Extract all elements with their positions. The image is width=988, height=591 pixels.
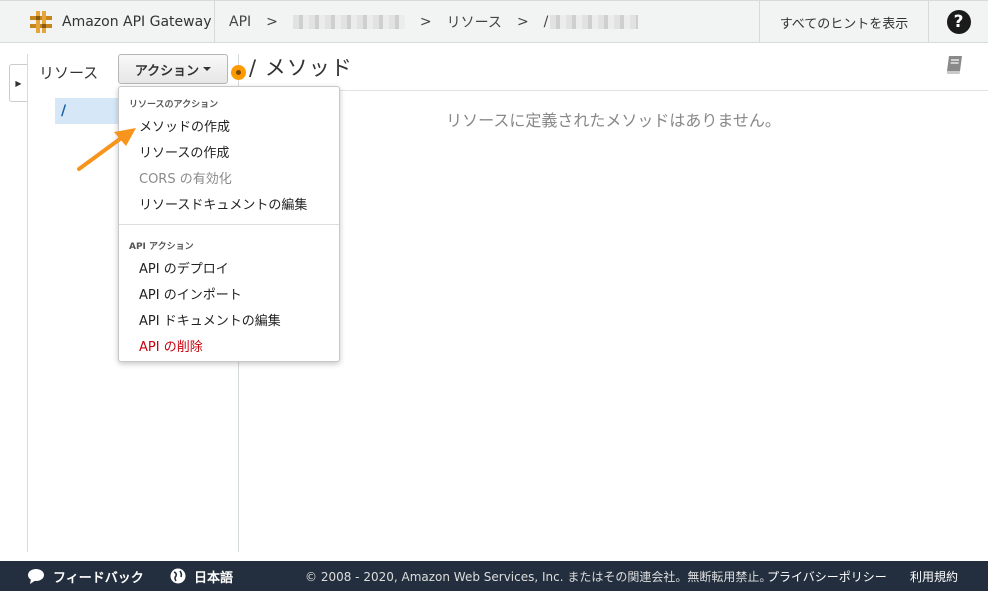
page-title: / メソッド [249,56,353,80]
top-bar: Amazon API Gateway API > > リソース > / すべての… [0,0,988,43]
language-selector[interactable]: 日本語 [170,561,233,591]
empty-state-message: リソースに定義されたメソッドはありません。 [446,111,781,130]
brand-name: Amazon API Gateway [62,14,212,30]
resource-actions-heading: リソースのアクション [129,100,219,110]
menu-item-delete-api[interactable]: API の削除 [139,336,203,355]
breadcrumb: API > > リソース > / [229,1,639,43]
breadcrumb-resources[interactable]: リソース [447,12,502,32]
breadcrumb-separator: > [516,14,529,30]
api-gateway-logo-icon [30,11,52,33]
help-icon: ? [946,10,971,34]
menu-item-edit-api-docs[interactable]: API ドキュメントの編集 [139,310,281,329]
speech-bubble-icon [28,569,44,584]
brand[interactable]: Amazon API Gateway [14,1,215,43]
expand-sidebar-toggle[interactable]: ▶ [9,64,27,102]
privacy-policy-link[interactable]: プライバシーポリシー [767,561,887,591]
hint-indicator-icon[interactable] [231,65,246,80]
breadcrumb-resource-id-redacted[interactable] [550,15,639,29]
menu-divider [119,224,339,225]
copyright-text: © 2008 - 2020, Amazon Web Services, Inc.… [305,569,772,584]
menu-item-create-resource[interactable]: リソースの作成 [139,142,229,161]
caret-right-icon: ▶ [15,78,22,88]
pointer-arrow-icon [77,128,136,171]
divider [239,90,988,91]
show-all-hints-button[interactable]: すべてのヒントを表示 [759,1,928,43]
divider [27,54,28,552]
actions-dropdown-menu: リソースのアクション メソッドの作成 リソースの作成 CORS の有効化 リソー… [118,86,340,362]
terms-of-use-link[interactable]: 利用規約 [910,561,958,591]
resource-tree-root[interactable]: / [55,98,125,124]
breadcrumb-path-prefix: / [543,14,549,30]
menu-item-import-api[interactable]: API のインポート [139,284,242,303]
actions-button-label: アクション [134,63,200,79]
breadcrumb-separator: > [419,14,432,30]
actions-button[interactable]: アクション [118,54,228,84]
breadcrumb-api[interactable]: API [229,14,251,30]
language-label: 日本語 [194,570,234,586]
footer: フィードバック 日本語 © 2008 - 2020, Amazon Web Se… [0,561,988,591]
caret-down-icon [203,67,212,71]
resources-heading: リソース [39,64,99,82]
menu-item-deploy-api[interactable]: API のデプロイ [139,258,229,277]
feedback-link[interactable]: フィードバック [27,561,144,591]
menu-item-create-method[interactable]: メソッドの作成 [139,116,230,135]
globe-icon [170,568,186,584]
feedback-label: フィードバック [53,570,144,586]
api-actions-heading: API アクション [129,242,194,252]
documentation-book-icon[interactable] [944,54,966,76]
breadcrumb-separator: > [266,14,278,30]
breadcrumb-api-name-redacted[interactable] [292,15,405,29]
menu-item-enable-cors: CORS の有効化 [139,172,232,187]
menu-item-edit-resource-docs[interactable]: リソースドキュメントの編集 [139,194,307,213]
help-button[interactable]: ? [928,1,988,43]
